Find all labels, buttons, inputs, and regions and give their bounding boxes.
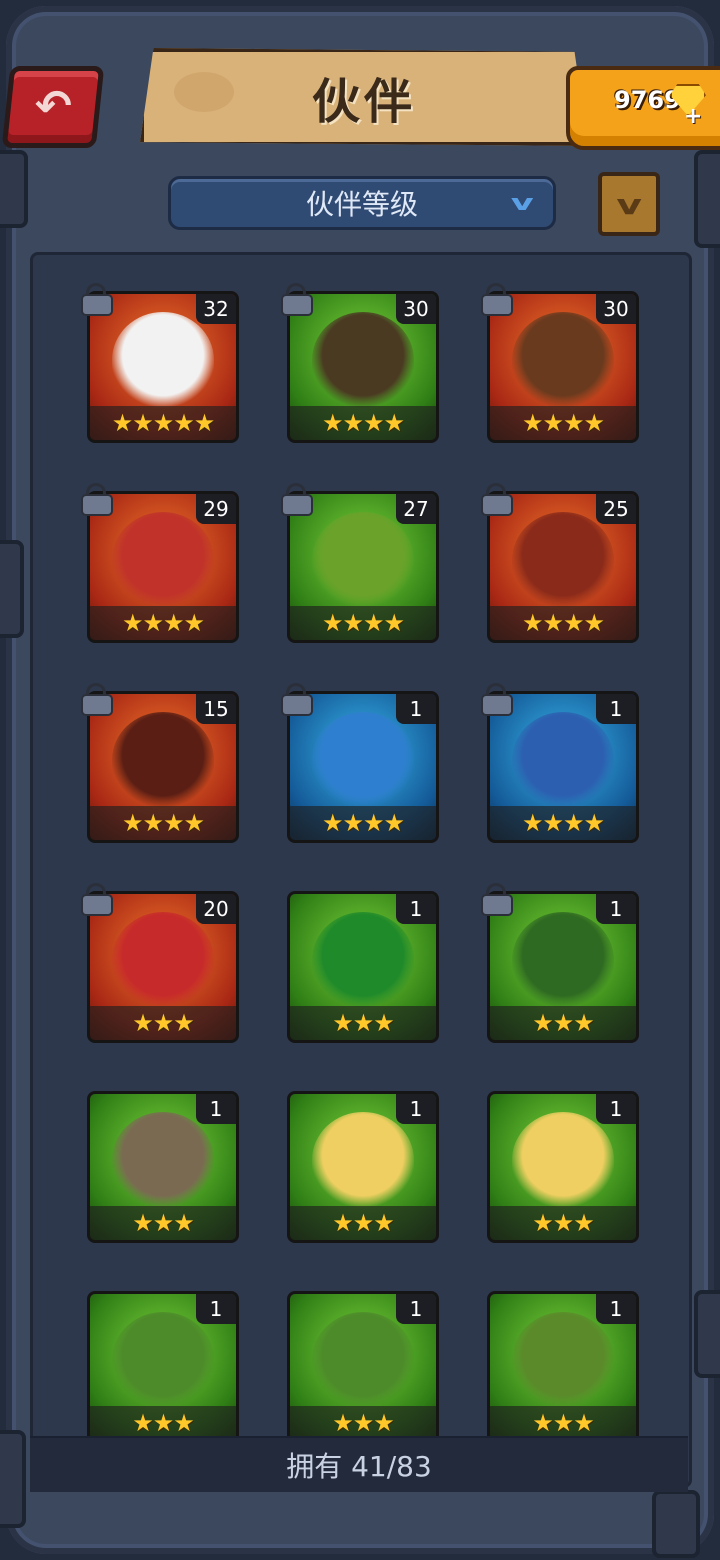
chevron-down-icon: v xyxy=(510,191,534,216)
companion-level: 1 xyxy=(396,1294,436,1324)
ogre-portrait xyxy=(112,1112,214,1208)
companion-level: 1 xyxy=(596,694,636,724)
companion-card[interactable]: 1 ★★★ xyxy=(487,1291,639,1443)
lock-icon xyxy=(481,283,513,316)
page-title: 伙伴 xyxy=(311,74,416,130)
lock-icon xyxy=(281,283,313,316)
star-rating: ★★★★ xyxy=(290,406,436,440)
lock-icon xyxy=(81,883,113,916)
companion-level: 27 xyxy=(396,494,436,524)
star-rating: ★★★★ xyxy=(490,806,636,840)
companion-level: 29 xyxy=(196,494,236,524)
blue-hat-goblin-portrait xyxy=(512,712,614,808)
star-rating: ★★★★ xyxy=(290,806,436,840)
owned-count: 拥有 41/83 xyxy=(286,1450,432,1483)
companion-level: 1 xyxy=(196,1294,236,1324)
star-rating: ★★★★ xyxy=(490,406,636,440)
blonde-woman-portrait xyxy=(312,1112,414,1208)
chevron-down-icon: v xyxy=(616,187,642,221)
companion-level: 1 xyxy=(596,1294,636,1324)
add-gems-icon: + xyxy=(684,104,703,129)
companion-card[interactable]: 1 ★★★ xyxy=(87,1291,239,1443)
star-rating: ★★★★ xyxy=(490,606,636,640)
star-rating: ★★★★ xyxy=(90,806,236,840)
owned-count-bar: 拥有 41/83 xyxy=(30,1436,688,1492)
lock-icon xyxy=(81,483,113,516)
frame-rock xyxy=(652,1490,700,1558)
blonde-woman-portrait xyxy=(512,1112,614,1208)
frame-rock xyxy=(0,1430,26,1528)
companion-level: 1 xyxy=(196,1094,236,1124)
companion-grid: 32 ★★★★★ 30 ★★★★ 30 ★★★★ 29 ★★★★ 27 ★★★★ 25 ★★★★ 15 ★… xyxy=(30,252,692,1488)
companion-level: 30 xyxy=(596,294,636,324)
frame-rock xyxy=(694,150,720,248)
frame-rock xyxy=(0,540,24,638)
scroll-toggle-button[interactable]: v xyxy=(598,172,660,236)
lock-icon xyxy=(281,683,313,716)
red-bearded-warrior-portrait xyxy=(512,512,614,608)
star-rating: ★★★ xyxy=(90,1406,236,1440)
companion-card[interactable]: 1 ★★★ xyxy=(287,1091,439,1243)
lock-icon xyxy=(481,683,513,716)
green-crocodile-portrait xyxy=(312,912,414,1008)
companion-level: 1 xyxy=(596,894,636,924)
elf-woman-portrait xyxy=(512,1312,614,1408)
boar-orc-portrait xyxy=(112,1312,214,1408)
star-rating: ★★★ xyxy=(90,1006,236,1040)
companion-level: 25 xyxy=(596,494,636,524)
frame-rock xyxy=(0,150,28,228)
star-rating: ★★★ xyxy=(490,1006,636,1040)
companion-card[interactable]: 1 ★★★ xyxy=(287,1291,439,1443)
companion-card[interactable]: 1 ★★★ xyxy=(287,891,439,1043)
boar-orc-portrait xyxy=(312,1312,414,1408)
star-rating: ★★★ xyxy=(490,1206,636,1240)
blue-haired-troll-portrait xyxy=(312,712,414,808)
dark-haired-woman-portrait xyxy=(312,312,414,408)
green-haired-woman-portrait xyxy=(312,512,414,608)
sort-dropdown[interactable]: 伙伴等级 v xyxy=(168,176,556,230)
panda-portrait xyxy=(112,312,214,408)
frame-rock xyxy=(694,1290,720,1378)
green-bearded-man-portrait xyxy=(512,912,614,1008)
star-rating: ★★★ xyxy=(290,1406,436,1440)
companion-level: 1 xyxy=(396,694,436,724)
star-rating: ★★★ xyxy=(290,1006,436,1040)
star-rating: ★★★★ xyxy=(290,606,436,640)
star-rating: ★★★★★ xyxy=(90,406,236,440)
companion-level: 15 xyxy=(196,694,236,724)
companion-level: 1 xyxy=(396,1094,436,1124)
companion-level: 1 xyxy=(596,1094,636,1124)
red-dinosaur-portrait xyxy=(112,912,214,1008)
lock-icon xyxy=(281,483,313,516)
star-rating: ★★★★ xyxy=(90,606,236,640)
title-banner: 伙伴 xyxy=(140,48,588,146)
companion-card[interactable]: 1 ★★★ xyxy=(487,1091,639,1243)
lock-icon xyxy=(81,283,113,316)
back-arrow-icon: ↶ xyxy=(34,81,72,132)
gem-count: 9769 xyxy=(614,86,681,114)
companion-level: 1 xyxy=(396,894,436,924)
companion-level: 32 xyxy=(196,294,236,324)
star-rating: ★★★ xyxy=(290,1206,436,1240)
long-haired-man-portrait xyxy=(512,312,614,408)
companion-card[interactable]: 1 ★★★ xyxy=(87,1091,239,1243)
back-button[interactable]: ↶ xyxy=(1,66,105,148)
companion-level: 20 xyxy=(196,894,236,924)
sort-dropdown-label: 伙伴等级 xyxy=(305,188,418,221)
companion-level: 30 xyxy=(396,294,436,324)
star-rating: ★★★ xyxy=(90,1206,236,1240)
star-rating: ★★★ xyxy=(490,1406,636,1440)
red-hat-goblin-portrait xyxy=(112,512,214,608)
afro-woman-portrait xyxy=(112,712,214,808)
lock-icon xyxy=(481,483,513,516)
lock-icon xyxy=(481,883,513,916)
lock-icon xyxy=(81,683,113,716)
gem-counter[interactable]: 9769 + xyxy=(566,66,720,150)
